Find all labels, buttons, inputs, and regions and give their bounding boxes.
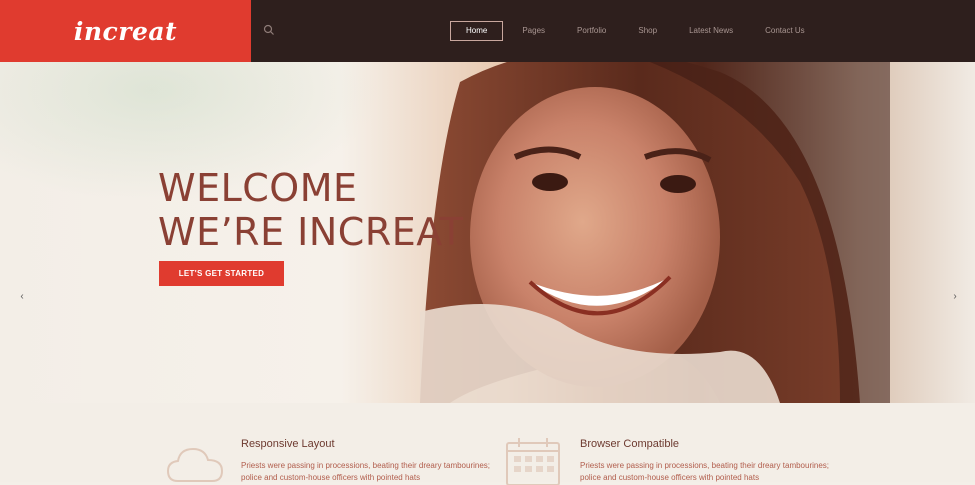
logo[interactable]: increat [0, 0, 251, 62]
feature-title-responsive-layout: Responsive Layout [241, 438, 335, 450]
hero-photo-woman-smiling [420, 62, 890, 403]
main-nav: Home Pages Portfolio Shop Latest News Co… [450, 21, 817, 41]
calendar-icon [506, 438, 560, 485]
nav-item-portfolio[interactable]: Portfolio [565, 21, 618, 41]
hero-headline-line-2: WE’RE INCREAT [158, 210, 464, 254]
hero-slider: WELCOME WE’RE INCREAT LET'S GET STARTED … [0, 62, 975, 403]
feature-title-browser-compatible: Browser Compatible [580, 438, 680, 450]
hero-headline: WELCOME WE’RE INCREAT [158, 166, 464, 254]
nav-item-latest-news[interactable]: Latest News [677, 21, 745, 41]
nav-item-shop[interactable]: Shop [626, 21, 669, 41]
feature-text-browser-compatible: Priests were passing in processions, bea… [580, 461, 830, 482]
nav-item-home[interactable]: Home [450, 21, 504, 41]
chevron-left-icon[interactable]: ‹ [15, 290, 29, 304]
features-section: Responsive Layout Priests were passing i… [0, 403, 975, 485]
cloud-icon [166, 447, 224, 482]
chevron-right-icon[interactable]: › [948, 290, 962, 304]
hero-headline-line-1: WELCOME [158, 166, 358, 210]
search-icon[interactable] [263, 24, 275, 36]
feature-text-responsive-layout: Priests were passing in processions, bea… [241, 461, 491, 482]
nav-item-contact-us[interactable]: Contact Us [753, 21, 817, 41]
get-started-button[interactable]: LET'S GET STARTED [159, 261, 284, 286]
logo-text: increat [73, 16, 178, 46]
top-navigation-bar: increat Home Pages Portfolio Shop Latest… [0, 0, 975, 62]
nav-item-pages[interactable]: Pages [510, 21, 557, 41]
